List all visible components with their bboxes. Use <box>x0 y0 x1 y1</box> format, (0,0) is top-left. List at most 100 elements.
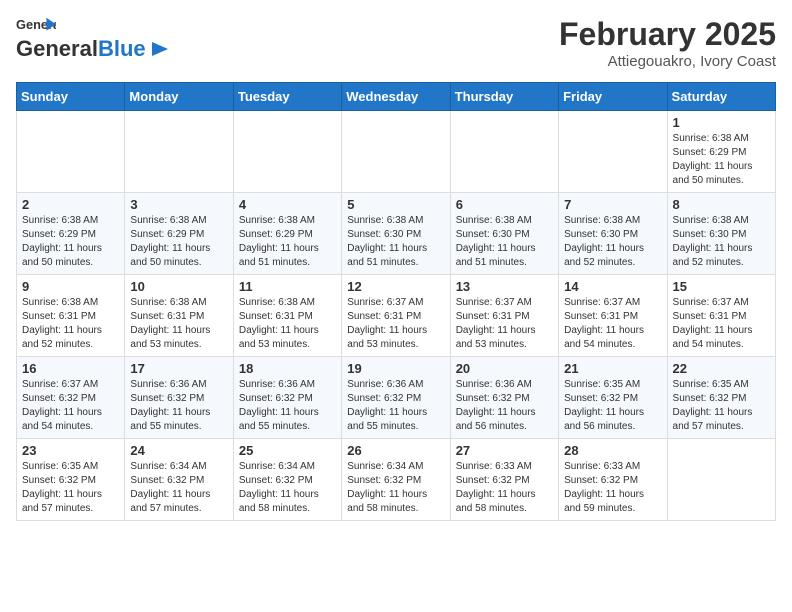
day-info: Sunrise: 6:35 AM Sunset: 6:32 PM Dayligh… <box>564 378 661 434</box>
day-info: Sunrise: 6:38 AM Sunset: 6:29 PM Dayligh… <box>673 132 770 188</box>
day-number: 7 <box>564 197 661 212</box>
calendar-day-cell: 14 Sunrise: 6:37 AM Sunset: 6:31 PM Dayli… <box>559 275 667 357</box>
calendar-day-cell <box>233 111 341 193</box>
calendar-day-cell <box>559 111 667 193</box>
calendar-day-cell: 7 Sunrise: 6:38 AM Sunset: 6:30 PM Daylig… <box>559 193 667 275</box>
day-number: 22 <box>673 361 770 376</box>
day-number: 8 <box>673 197 770 212</box>
calendar-day-cell: 27 Sunrise: 6:33 AM Sunset: 6:32 PM Dayli… <box>450 439 558 521</box>
day-info: Sunrise: 6:34 AM Sunset: 6:32 PM Dayligh… <box>347 460 444 516</box>
calendar-day-cell: 13 Sunrise: 6:37 AM Sunset: 6:31 PM Dayli… <box>450 275 558 357</box>
day-info: Sunrise: 6:35 AM Sunset: 6:32 PM Dayligh… <box>22 460 119 516</box>
day-number: 17 <box>130 361 227 376</box>
day-info: Sunrise: 6:38 AM Sunset: 6:31 PM Dayligh… <box>130 296 227 352</box>
calendar-week-row: 2 Sunrise: 6:38 AM Sunset: 6:29 PM Daylig… <box>17 193 776 275</box>
calendar-day-cell: 26 Sunrise: 6:34 AM Sunset: 6:32 PM Dayli… <box>342 439 450 521</box>
calendar-day-cell <box>667 439 775 521</box>
calendar-table: SundayMondayTuesdayWednesdayThursdayFrid… <box>16 82 776 521</box>
day-info: Sunrise: 6:36 AM Sunset: 6:32 PM Dayligh… <box>456 378 553 434</box>
day-info: Sunrise: 6:38 AM Sunset: 6:30 PM Dayligh… <box>347 214 444 270</box>
calendar-day-cell: 6 Sunrise: 6:38 AM Sunset: 6:30 PM Daylig… <box>450 193 558 275</box>
calendar-day-cell: 28Sunrise: 6:33 AM Sunset: 6:32 PM Dayli… <box>559 439 667 521</box>
day-info: Sunrise: 6:38 AM Sunset: 6:29 PM Dayligh… <box>22 214 119 270</box>
day-number: 15 <box>673 279 770 294</box>
calendar-day-cell: 9Sunrise: 6:38 AM Sunset: 6:31 PM Daylig… <box>17 275 125 357</box>
day-number: 4 <box>239 197 336 212</box>
day-number: 10 <box>130 279 227 294</box>
day-number: 12 <box>347 279 444 294</box>
calendar-day-cell: 20 Sunrise: 6:36 AM Sunset: 6:32 PM Dayli… <box>450 357 558 439</box>
day-info: Sunrise: 6:36 AM Sunset: 6:32 PM Dayligh… <box>130 378 227 434</box>
calendar-day-cell: 2 Sunrise: 6:38 AM Sunset: 6:29 PM Daylig… <box>17 193 125 275</box>
day-number: 19 <box>347 361 444 376</box>
calendar-day-cell: 4Sunrise: 6:38 AM Sunset: 6:29 PM Daylig… <box>233 193 341 275</box>
calendar-week-row: 16 Sunrise: 6:37 AM Sunset: 6:32 PM Dayli… <box>17 357 776 439</box>
weekday-header: Tuesday <box>233 83 341 111</box>
calendar-day-cell: 3 Sunrise: 6:38 AM Sunset: 6:29 PM Daylig… <box>125 193 233 275</box>
logo-icon: General <box>16 16 56 34</box>
day-info: Sunrise: 6:38 AM Sunset: 6:31 PM Dayligh… <box>239 296 336 352</box>
day-info: Sunrise: 6:37 AM Sunset: 6:31 PM Dayligh… <box>456 296 553 352</box>
calendar-day-cell: 23Sunrise: 6:35 AM Sunset: 6:32 PM Dayli… <box>17 439 125 521</box>
day-number: 21 <box>564 361 661 376</box>
day-number: 1 <box>673 115 770 130</box>
calendar-day-cell: 12 Sunrise: 6:37 AM Sunset: 6:31 PM Dayli… <box>342 275 450 357</box>
calendar-day-cell: 8 Sunrise: 6:38 AM Sunset: 6:30 PM Daylig… <box>667 193 775 275</box>
day-info: Sunrise: 6:37 AM Sunset: 6:31 PM Dayligh… <box>347 296 444 352</box>
day-info: Sunrise: 6:36 AM Sunset: 6:32 PM Dayligh… <box>239 378 336 434</box>
day-number: 11 <box>239 279 336 294</box>
calendar-day-cell: 1 Sunrise: 6:38 AM Sunset: 6:29 PM Daylig… <box>667 111 775 193</box>
day-number: 16 <box>22 361 119 376</box>
day-number: 2 <box>22 197 119 212</box>
day-number: 14 <box>564 279 661 294</box>
calendar-day-cell <box>450 111 558 193</box>
calendar-header-row: SundayMondayTuesdayWednesdayThursdayFrid… <box>17 83 776 111</box>
day-info: Sunrise: 6:38 AM Sunset: 6:31 PM Dayligh… <box>22 296 119 352</box>
calendar-day-cell: 15 Sunrise: 6:37 AM Sunset: 6:31 PM Dayli… <box>667 275 775 357</box>
day-number: 6 <box>456 197 553 212</box>
day-info: Sunrise: 6:38 AM Sunset: 6:29 PM Dayligh… <box>130 214 227 270</box>
day-info: Sunrise: 6:37 AM Sunset: 6:31 PM Dayligh… <box>564 296 661 352</box>
calendar-day-cell: 24 Sunrise: 6:34 AM Sunset: 6:32 PM Dayli… <box>125 439 233 521</box>
calendar-day-cell: 25 Sunrise: 6:34 AM Sunset: 6:32 PM Dayli… <box>233 439 341 521</box>
day-number: 27 <box>456 443 553 458</box>
calendar-day-cell: 16 Sunrise: 6:37 AM Sunset: 6:32 PM Dayli… <box>17 357 125 439</box>
calendar-day-cell: 5 Sunrise: 6:38 AM Sunset: 6:30 PM Daylig… <box>342 193 450 275</box>
day-info: Sunrise: 6:38 AM Sunset: 6:30 PM Dayligh… <box>456 214 553 270</box>
day-number: 20 <box>456 361 553 376</box>
day-info: Sunrise: 6:35 AM Sunset: 6:32 PM Dayligh… <box>673 378 770 434</box>
calendar-day-cell: 10 Sunrise: 6:38 AM Sunset: 6:31 PM Dayli… <box>125 275 233 357</box>
day-number: 28 <box>564 443 661 458</box>
day-info: Sunrise: 6:37 AM Sunset: 6:32 PM Dayligh… <box>22 378 119 434</box>
title-block: February 2025 Attiegouakro, Ivory Coast <box>559 16 776 70</box>
day-info: Sunrise: 6:34 AM Sunset: 6:32 PM Dayligh… <box>130 460 227 516</box>
calendar-week-row: 23Sunrise: 6:35 AM Sunset: 6:32 PM Dayli… <box>17 439 776 521</box>
weekday-header: Thursday <box>450 83 558 111</box>
day-info: Sunrise: 6:37 AM Sunset: 6:31 PM Dayligh… <box>673 296 770 352</box>
day-info: Sunrise: 6:33 AM Sunset: 6:32 PM Dayligh… <box>456 460 553 516</box>
calendar-day-cell <box>17 111 125 193</box>
weekday-header: Wednesday <box>342 83 450 111</box>
day-number: 26 <box>347 443 444 458</box>
day-number: 3 <box>130 197 227 212</box>
logo-general: General <box>16 36 98 62</box>
calendar-day-cell: 17 Sunrise: 6:36 AM Sunset: 6:32 PM Dayli… <box>125 357 233 439</box>
day-info: Sunrise: 6:36 AM Sunset: 6:32 PM Dayligh… <box>347 378 444 434</box>
calendar-week-row: 9Sunrise: 6:38 AM Sunset: 6:31 PM Daylig… <box>17 275 776 357</box>
calendar-day-cell <box>342 111 450 193</box>
calendar-day-cell <box>125 111 233 193</box>
day-number: 24 <box>130 443 227 458</box>
day-info: Sunrise: 6:38 AM Sunset: 6:30 PM Dayligh… <box>564 214 661 270</box>
calendar-subtitle: Attiegouakro, Ivory Coast <box>559 53 776 70</box>
day-number: 13 <box>456 279 553 294</box>
day-number: 25 <box>239 443 336 458</box>
calendar-title: February 2025 <box>559 16 776 53</box>
day-number: 5 <box>347 197 444 212</box>
calendar-day-cell: 19 Sunrise: 6:36 AM Sunset: 6:32 PM Dayli… <box>342 357 450 439</box>
calendar-day-cell: 21 Sunrise: 6:35 AM Sunset: 6:32 PM Dayli… <box>559 357 667 439</box>
weekday-header: Friday <box>559 83 667 111</box>
day-info: Sunrise: 6:38 AM Sunset: 6:30 PM Dayligh… <box>673 214 770 270</box>
day-info: Sunrise: 6:34 AM Sunset: 6:32 PM Dayligh… <box>239 460 336 516</box>
calendar-week-row: 1 Sunrise: 6:38 AM Sunset: 6:29 PM Daylig… <box>17 111 776 193</box>
calendar-day-cell: 22 Sunrise: 6:35 AM Sunset: 6:32 PM Dayli… <box>667 357 775 439</box>
